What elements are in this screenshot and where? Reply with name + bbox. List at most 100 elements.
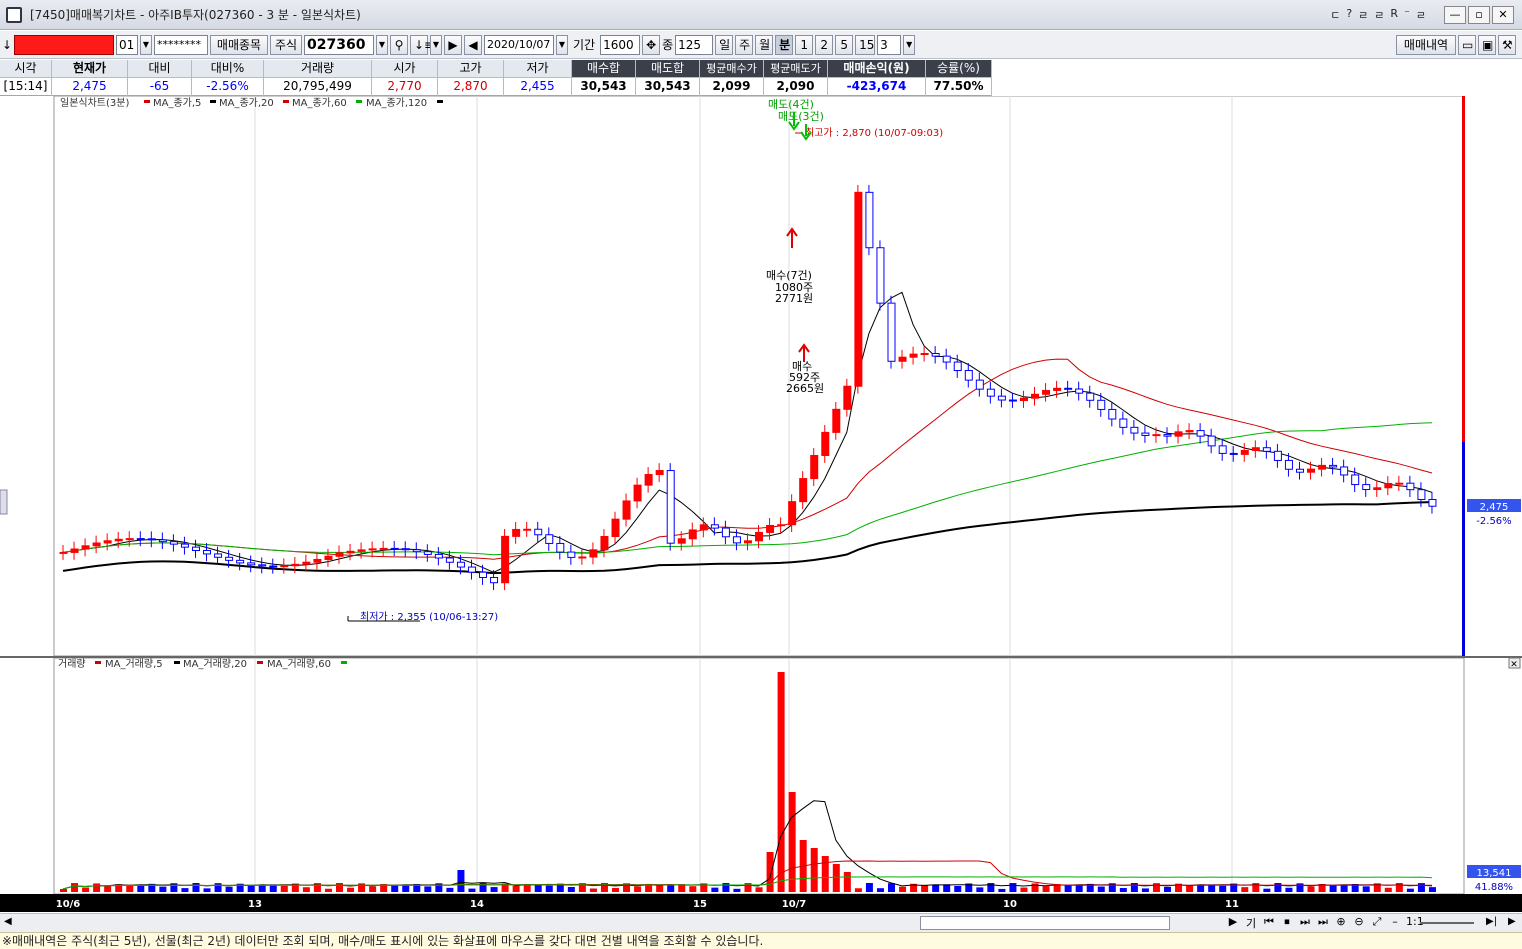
minimize-button[interactable]: — — [1444, 5, 1466, 24]
volume-bar — [534, 884, 542, 892]
title-tool-icon[interactable]: R — [1390, 7, 1398, 23]
volume-bar — [899, 886, 907, 892]
quote-header: 매도합 — [636, 60, 700, 78]
volume-legend-item: MA_거래량,60 — [267, 658, 331, 670]
tab-2min[interactable]: 2 — [815, 34, 834, 55]
title-tool-icon[interactable]: ㄹ — [1358, 7, 1368, 23]
account-suffix-field[interactable]: 01 — [116, 34, 138, 55]
help-icon[interactable]: ? — [1346, 7, 1352, 23]
volume-bar — [1152, 883, 1160, 892]
zoom-out-icon[interactable]: ⊖ — [1352, 915, 1366, 931]
x-axis-label: 15 — [693, 899, 707, 910]
sell-marker-label[interactable]: 매도(3건) — [778, 110, 824, 123]
scroll-thumb[interactable] — [920, 916, 1170, 930]
password-field[interactable]: ******** — [154, 34, 208, 55]
volume-bar — [788, 792, 796, 892]
x-axis-label: 10 — [1003, 899, 1017, 910]
title-tool-icon[interactable]: ㄹ — [1374, 7, 1384, 23]
candle-body — [445, 557, 454, 563]
minus-icon[interactable]: – — [1388, 915, 1402, 931]
stock-code-input[interactable]: 027360 — [304, 34, 374, 55]
stop-icon[interactable]: ⏹ — [1280, 915, 1294, 931]
chevron-down-icon[interactable]: ▼ — [430, 34, 442, 55]
volume-bar — [854, 888, 862, 892]
tab-minute[interactable]: 분 — [775, 34, 794, 55]
candle-body — [799, 478, 808, 503]
candle-body — [931, 352, 940, 357]
quote-header: 시가 — [372, 60, 438, 78]
nav-label[interactable]: 기 — [1244, 915, 1258, 931]
title-tool-icon[interactable]: ㄷ — [1330, 7, 1340, 23]
quote-table: 시각 현재가 대비 대비% 거래량 시가 고가 저가 매수합 매도합 평균매수가… — [0, 60, 992, 96]
candle-body — [898, 356, 907, 362]
close-button[interactable]: ✕ — [1492, 5, 1514, 24]
account-number-field[interactable] — [14, 34, 114, 55]
tab-week[interactable]: 주 — [735, 34, 754, 55]
candle-body — [456, 561, 465, 568]
title-tool-icon[interactable]: ⁻ — [1404, 7, 1410, 23]
chevron-down-icon[interactable]: ▼ — [903, 34, 916, 55]
count-input[interactable]: 125 — [675, 34, 714, 55]
fit-icon[interactable]: ⤢ — [1370, 915, 1384, 931]
end-icon[interactable]: ⏭ — [1316, 915, 1330, 931]
candle-body — [423, 551, 432, 555]
trade-history-button[interactable]: 매매내역 — [1396, 34, 1456, 55]
expand-handle[interactable] — [0, 489, 8, 515]
candle-body — [1185, 430, 1194, 433]
chart-area[interactable]: 일본식차트(3분) MA_종가,5 MA_종가,20 MA_종가,60 MA_종… — [0, 96, 1522, 914]
scroll-left-icon[interactable]: ◀ — [4, 916, 12, 927]
candle-body — [953, 361, 962, 372]
window-title: [7450]매매복기차트 - 아주IB투자(027360 - 3 분 - 일본식… — [30, 8, 361, 22]
crosshair-icon[interactable]: ✥ — [642, 34, 661, 55]
chevron-down-icon[interactable]: ▼ — [556, 34, 568, 55]
market-select[interactable]: 주식 — [270, 34, 302, 55]
play-icon[interactable]: ▶ — [444, 34, 462, 55]
candle-body — [986, 388, 995, 397]
scroll-end-icon[interactable]: ▶ — [1508, 916, 1516, 927]
quote-volume: 20,795,499 — [264, 78, 372, 96]
trade-items-button[interactable]: 매매종목 — [210, 34, 268, 55]
folder-icon[interactable]: ▭ — [1458, 34, 1476, 55]
volume-bar — [1186, 885, 1194, 892]
candle-body — [633, 484, 642, 502]
x-axis-label: 13 — [248, 899, 262, 910]
minute-input[interactable]: 3 — [877, 34, 902, 55]
volume-panel — [53, 657, 1465, 895]
zoom-slider[interactable] — [1420, 922, 1474, 924]
candlestick-chart[interactable]: 일본식차트(3분) MA_종가,5 MA_종가,20 MA_종가,60 MA_종… — [0, 96, 1522, 914]
settings-icon[interactable]: ⚒ — [1498, 34, 1516, 55]
candle-body — [611, 518, 620, 537]
date-input[interactable]: 2020/10/07 — [484, 34, 554, 55]
back-icon[interactable]: ◀ — [464, 34, 482, 55]
maximize-button[interactable]: ▫ — [1468, 5, 1490, 24]
quote-header: 거래량 — [264, 60, 372, 78]
tab-15min[interactable]: 15 — [855, 34, 876, 55]
fast-forward-icon[interactable]: ⏭ — [1298, 915, 1312, 931]
zoom-in-icon[interactable]: ⊕ — [1334, 915, 1348, 931]
search-icon[interactable]: ⚲ — [390, 34, 408, 55]
sort-arrow-icon[interactable]: ↓ — [2, 38, 12, 52]
tab-day[interactable]: 일 — [715, 34, 734, 55]
save-icon[interactable]: ▣ — [1478, 34, 1496, 55]
volume-bar — [567, 887, 575, 892]
chart-scrollbar[interactable]: ◀ ▶ 기 ⏮ ⏹ ⏭ ⏭ ⊕ ⊖ ⤢ – 1:1 ▶| ▶ — [0, 913, 1522, 932]
tab-1min[interactable]: 1 — [795, 34, 814, 55]
title-tool-icon[interactable]: ㄹ — [1416, 7, 1426, 23]
tab-5min[interactable]: 5 — [835, 34, 854, 55]
candle-body — [269, 565, 278, 568]
jump-end-icon[interactable]: ▶| — [1486, 916, 1497, 927]
volume-bar — [1395, 883, 1403, 892]
legend-swatch — [356, 100, 362, 103]
period-input[interactable]: 1600 — [600, 34, 641, 55]
chevron-down-icon[interactable]: ▼ — [140, 34, 152, 55]
chevron-down-icon[interactable]: ▼ — [376, 34, 388, 55]
tab-month[interactable]: 월 — [755, 34, 774, 55]
quote-current-price: 2,475 — [52, 78, 128, 96]
sort-icon[interactable]: ↓≡ — [410, 34, 434, 55]
volume-bar — [1141, 888, 1149, 892]
candle-body — [721, 527, 730, 538]
volume-bar — [1362, 886, 1370, 892]
scroll-right-icon[interactable]: ▶ — [1226, 915, 1240, 931]
candle-body — [788, 501, 797, 526]
rewind-icon[interactable]: ⏮ — [1262, 915, 1276, 931]
